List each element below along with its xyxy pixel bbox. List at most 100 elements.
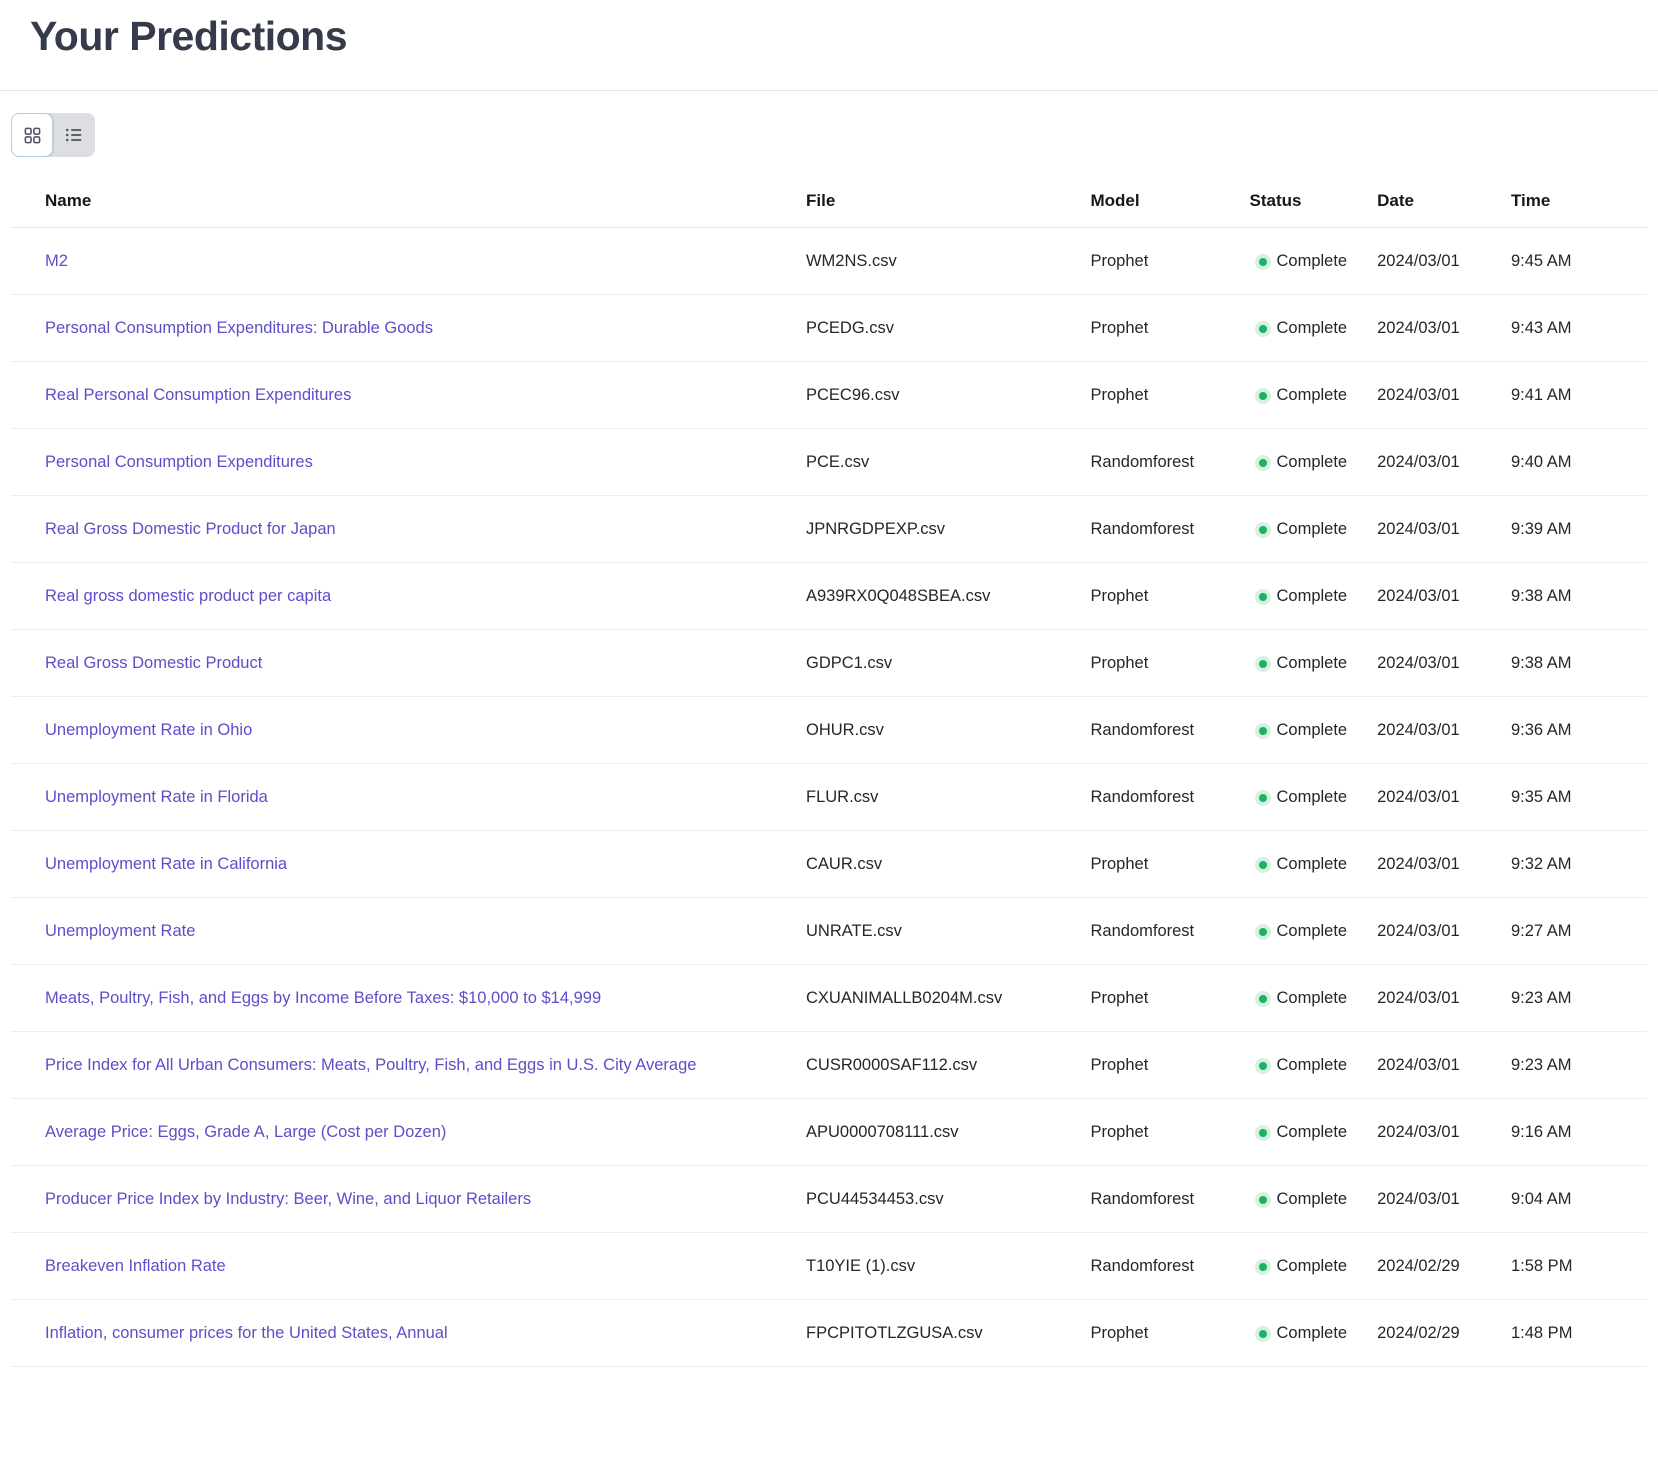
table-row[interactable]: Meats, Poultry, Fish, and Eggs by Income… (11, 964, 1647, 1033)
prediction-name-link[interactable]: Average Price: Eggs, Grade A, Large (Cos… (45, 1123, 446, 1141)
predictions-table: Name File Model Status Date Time M2 WM2NS… (11, 191, 1647, 1368)
table-row[interactable]: Unemployment Rate UNRATE.csv Randomforest C… (11, 897, 1647, 966)
cell-model: Prophet (1090, 361, 1250, 430)
cell-name: Unemployment Rate in Florida (11, 763, 806, 832)
cell-file: PCEDG.csv (805, 294, 1091, 363)
column-header-date[interactable]: Date (1377, 191, 1511, 229)
status-dot-icon (1259, 458, 1268, 467)
grid-view-icon (23, 126, 42, 145)
cell-status: Complete (1249, 696, 1378, 765)
table-row[interactable]: Price Index for All Urban Consumers: Mea… (11, 1031, 1647, 1100)
status-dot-icon (1259, 1329, 1268, 1338)
column-header-time[interactable]: Time (1510, 191, 1647, 229)
table-row[interactable]: Real Gross Domestic Product GDPC1.csv Prop… (11, 629, 1647, 698)
status-dot-icon (1259, 1262, 1268, 1271)
prediction-name-link[interactable]: Unemployment Rate in California (45, 855, 287, 873)
table-row[interactable]: Producer Price Index by Industry: Beer, … (11, 1165, 1647, 1234)
table-row[interactable]: Real Personal Consumption Expenditures PC… (11, 361, 1647, 430)
table-row[interactable]: Inflation, consumer prices for the Unite… (11, 1299, 1647, 1368)
view-toggle-group[interactable] (11, 113, 95, 158)
cell-model: Randomforest (1090, 495, 1250, 564)
cell-model: Prophet (1090, 629, 1250, 698)
status-dot-icon (1259, 525, 1268, 534)
status-dot-icon (1259, 726, 1268, 735)
cell-model: Prophet (1090, 1031, 1250, 1100)
prediction-name-link[interactable]: Personal Consumption Expenditures (45, 453, 313, 471)
column-header-file[interactable]: File (805, 191, 1091, 229)
column-header-status[interactable]: Status (1249, 191, 1378, 229)
status-dot-icon (1259, 994, 1268, 1003)
prediction-name-link[interactable]: Meats, Poultry, Fish, and Eggs by Income… (45, 989, 601, 1007)
cell-status: Complete (1249, 562, 1378, 631)
table-row[interactable]: Unemployment Rate in California CAUR.csv P… (11, 830, 1647, 899)
table-row[interactable]: Breakeven Inflation Rate T10YIE (1).csv Ra… (11, 1232, 1647, 1301)
cell-model: Prophet (1090, 227, 1250, 296)
cell-name: Unemployment Rate in California (11, 830, 806, 899)
table-row[interactable]: Unemployment Rate in Ohio OHUR.csv Randomf… (11, 696, 1647, 765)
predictions-page: Your Predictions Name File Model Status … (0, 0, 1658, 1474)
cell-name: Breakeven Inflation Rate (11, 1232, 806, 1301)
column-header-name[interactable]: Name (11, 191, 806, 229)
cell-file: PCU44534453.csv (805, 1165, 1091, 1234)
cell-status: Complete (1249, 1031, 1378, 1100)
table-row[interactable]: Real gross domestic product per capita A9… (11, 562, 1647, 631)
cell-name: Real Gross Domestic Product for Japan (11, 495, 806, 564)
cell-date: 2024/03/01 (1377, 294, 1511, 363)
prediction-name-link[interactable]: Price Index for All Urban Consumers: Mea… (45, 1056, 696, 1074)
cell-name: Price Index for All Urban Consumers: Mea… (11, 1031, 806, 1100)
cell-time: 9:36 AM (1510, 696, 1647, 765)
status-label: Complete (1276, 1056, 1348, 1075)
cell-date: 2024/03/01 (1377, 897, 1511, 966)
prediction-name-link[interactable]: Real gross domestic product per capita (45, 587, 331, 605)
cell-model: Randomforest (1090, 1232, 1250, 1301)
status-label: Complete (1276, 1190, 1348, 1209)
cell-model: Prophet (1090, 1098, 1250, 1167)
grid-view-button[interactable] (11, 113, 53, 158)
cell-file: GDPC1.csv (805, 629, 1091, 698)
status-label: Complete (1276, 386, 1348, 405)
cell-name: Personal Consumption Expenditures: Durab… (11, 294, 806, 363)
cell-status: Complete (1249, 763, 1378, 832)
table-row[interactable]: M2 WM2NS.csv Prophet Complete 2024/03/01 9:45… (11, 227, 1647, 296)
table-row[interactable]: Average Price: Eggs, Grade A, Large (Cos… (11, 1098, 1647, 1167)
status-badge: Complete (1249, 654, 1377, 673)
table-row[interactable]: Unemployment Rate in Florida FLUR.csv Rand… (11, 763, 1647, 832)
status-dot-icon (1259, 324, 1268, 333)
status-dot-icon (1259, 659, 1268, 668)
cell-time: 1:48 PM (1510, 1299, 1647, 1368)
cell-name: Real gross domestic product per capita (11, 562, 806, 631)
status-badge: Complete (1249, 587, 1377, 606)
table-row[interactable]: Personal Consumption Expenditures PCE.csv… (11, 428, 1647, 497)
status-badge: Complete (1249, 252, 1377, 271)
cell-file: PCEC96.csv (805, 361, 1091, 430)
status-badge: Complete (1249, 453, 1377, 472)
prediction-name-link[interactable]: Real Personal Consumption Expenditures (45, 386, 351, 404)
prediction-name-link[interactable]: Producer Price Index by Industry: Beer, … (45, 1190, 531, 1208)
prediction-name-link[interactable]: Personal Consumption Expenditures: Durab… (45, 319, 433, 337)
prediction-name-link[interactable]: Real Gross Domestic Product for Japan (45, 520, 336, 538)
cell-status: Complete (1249, 294, 1378, 363)
cell-date: 2024/03/01 (1377, 227, 1511, 296)
cell-file: OHUR.csv (805, 696, 1091, 765)
prediction-name-link[interactable]: Unemployment Rate (45, 922, 195, 940)
cell-file: FPCPITOTLZGUSA.csv (805, 1299, 1091, 1368)
cell-file: WM2NS.csv (805, 227, 1091, 296)
prediction-name-link[interactable]: Real Gross Domestic Product (45, 654, 262, 672)
cell-time: 9:23 AM (1510, 964, 1647, 1033)
table-row[interactable]: Personal Consumption Expenditures: Durab… (11, 294, 1647, 363)
prediction-name-link[interactable]: M2 (45, 252, 68, 270)
status-badge: Complete (1249, 1190, 1377, 1209)
prediction-name-link[interactable]: Unemployment Rate in Florida (45, 788, 268, 806)
status-dot-icon (1259, 927, 1268, 936)
cell-date: 2024/03/01 (1377, 361, 1511, 430)
cell-status: Complete (1249, 1232, 1378, 1301)
column-header-model[interactable]: Model (1090, 191, 1250, 229)
status-label: Complete (1276, 855, 1348, 874)
prediction-name-link[interactable]: Inflation, consumer prices for the Unite… (45, 1324, 448, 1342)
status-dot-icon (1259, 391, 1268, 400)
prediction-name-link[interactable]: Breakeven Inflation Rate (45, 1257, 226, 1275)
table-row[interactable]: Real Gross Domestic Product for Japan JPN… (11, 495, 1647, 564)
cell-time: 9:04 AM (1510, 1165, 1647, 1234)
list-view-button[interactable] (53, 113, 95, 157)
prediction-name-link[interactable]: Unemployment Rate in Ohio (45, 721, 252, 739)
